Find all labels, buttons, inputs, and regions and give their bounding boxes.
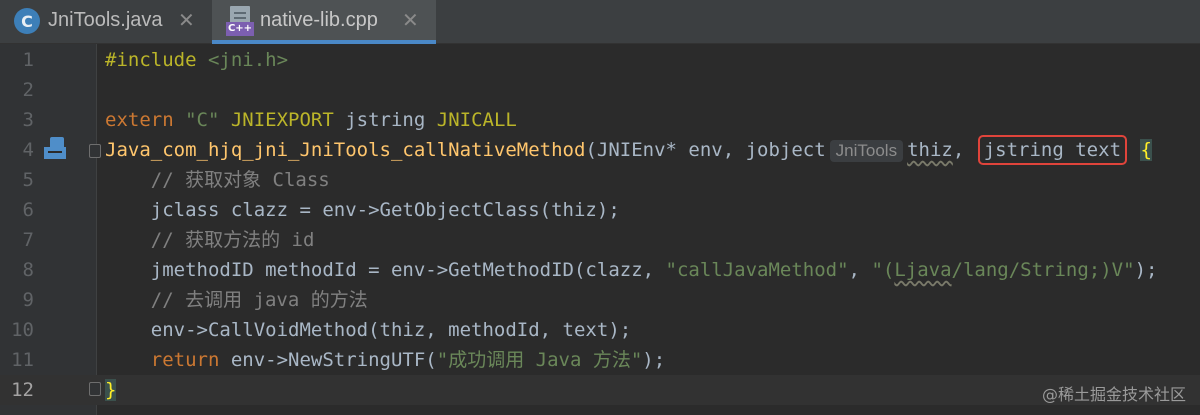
code-token: ); [1134,259,1158,281]
fold-marker-icon[interactable] [89,382,101,396]
code-line[interactable]: 1 #include <jni.h> [0,45,1200,75]
code-token: Java_com_hjq_jni_JniTools_callNativeMeth… [105,139,586,161]
code-token: JNICALL [436,109,517,131]
code-token: "( [871,259,895,281]
code-text: jmethodID methodId = env->GetMethodID(cl… [105,255,1158,285]
code-token: "成功调用 Java 方法" [436,349,643,371]
code-text: // 去调用 java 的方法 [105,285,368,315]
line-number: 5 [22,169,34,191]
java-class-icon: C [14,8,40,34]
code-line[interactable]: 10 env->CallVoidMethod(thiz, methodId, t… [0,315,1200,345]
code-token: env->NewStringUTF( [230,349,437,371]
code-line[interactable]: 3 extern "C" JNIEXPORT jstring JNICALL [0,105,1200,135]
code-line[interactable]: 5 // 获取对象 Class [0,165,1200,195]
close-icon[interactable]: ✕ [402,8,419,32]
fold-marker-icon[interactable] [89,144,101,158]
code-token: // 获取方法的 id [105,229,315,251]
code-token: Ljava [894,259,952,281]
close-icon[interactable]: ✕ [178,8,195,32]
watermark: @稀土掘金技术社区 [1041,385,1186,404]
line-number: 1 [22,49,34,71]
code-token: // 获取对象 Class [105,169,330,191]
code-token: "callJavaMethod" [665,259,849,281]
code-line[interactable]: 11 return env->NewStringUTF("成功调用 Java 方… [0,345,1200,375]
code-text: #include <jni.h> [105,45,288,75]
highlighted-parameter: jstring text [977,135,1128,165]
line-number: 2 [22,79,34,101]
tab-label: JniTools.java [48,9,163,31]
tab-jnitools-java[interactable]: C JniTools.java ✕ [0,0,212,44]
line-number: 11 [11,349,34,371]
code-text: // 获取对象 Class [105,165,330,195]
line-number: 10 [11,319,34,341]
line-number: 12 [11,379,34,401]
code-token: /lang/String;)V" [951,259,1135,281]
code-token: jstring [345,109,437,131]
parameter-hint: JniTools [829,140,904,162]
code-token: jmethodID methodId = env->GetMethodID(cl… [105,259,666,281]
code-token: env->CallVoidMethod(thiz, methodId, text… [105,319,632,341]
code-line[interactable]: 2 [0,75,1200,105]
code-text: return env->NewStringUTF("成功调用 Java 方法")… [105,345,665,375]
code-token: extern [105,109,186,131]
code-token: jclass clazz = env->GetObjectClass(thiz)… [105,199,620,221]
line-number: 8 [22,259,34,281]
code-text: Java_com_hjq_jni_JniTools_callNativeMeth… [105,135,1152,165]
code-text: jclass clazz = env->GetObjectClass(thiz)… [105,195,620,225]
tab-native-lib-cpp[interactable]: C++ native-lib.cpp ✕ [212,0,436,44]
code-token: , [952,139,976,161]
code-token: } [105,379,117,401]
line-number: 7 [22,229,34,251]
code-text: env->CallVoidMethod(thiz, methodId, text… [105,315,631,345]
code-token: <jni.h> [207,49,289,71]
code-line[interactable]: 4 Java_com_hjq_jni_JniTools_callNativeMet… [0,135,1200,165]
line-number: 4 [22,139,34,161]
code-token: , [848,259,872,281]
line-number: 9 [22,289,34,311]
tab-label: native-lib.cpp [260,9,378,31]
code-token: #include [105,49,208,71]
code-token: thiz [907,139,953,161]
code-token: JNIEXPORT [230,109,346,131]
code-line[interactable]: 7 // 获取方法的 id [0,225,1200,255]
cpp-file-icon: C++ [226,6,254,36]
code-token: // 去调用 java 的方法 [105,289,368,311]
code-line[interactable]: 9 // 去调用 java 的方法 [0,285,1200,315]
line-number: 6 [22,199,34,221]
code-line[interactable]: 8 jmethodID methodId = env->GetMethodID(… [0,255,1200,285]
implementation-marker-icon[interactable] [44,137,68,161]
code-text: extern "C" JNIEXPORT jstring JNICALL [105,105,517,135]
code-line[interactable]: 6 jclass clazz = env->GetObjectClass(thi… [0,195,1200,225]
code-text: // 获取方法的 id [105,225,315,255]
code-line[interactable]: 12} [0,375,1200,405]
code-token: (JNIEnv* env, jobject [585,139,826,161]
line-number: 3 [22,109,34,131]
code-token: "C" [185,109,231,131]
code-token: return [105,349,231,371]
code-token: { [1140,139,1152,161]
editor-tab-bar: C JniTools.java ✕ C++ native-lib.cpp ✕ [0,0,1200,44]
code-text: } [105,375,117,405]
code-token: ); [642,349,666,371]
